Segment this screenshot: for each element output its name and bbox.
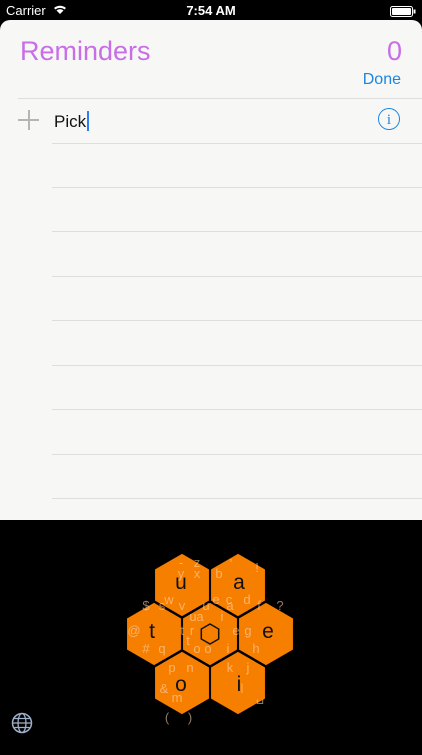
divider bbox=[52, 365, 422, 366]
key-sublabel: i bbox=[227, 641, 230, 656]
reminder-item[interactable]: Pick bbox=[54, 111, 90, 132]
key-sublabel: r bbox=[190, 623, 195, 638]
done-button[interactable]: Done bbox=[363, 71, 401, 89]
key-sublabel: o bbox=[193, 641, 200, 656]
key-sublabel: a bbox=[196, 609, 204, 624]
key-sublabel: h bbox=[252, 641, 259, 656]
divider bbox=[52, 320, 422, 321]
key-sublabel: s bbox=[159, 598, 166, 613]
key-sublabel: ! bbox=[255, 560, 259, 575]
key-sublabel: v bbox=[179, 598, 186, 613]
divider bbox=[52, 187, 422, 188]
key-sublabel: $ bbox=[142, 598, 150, 613]
globe-icon[interactable] bbox=[11, 712, 33, 734]
key-sublabel: t bbox=[186, 633, 190, 648]
key-label-t: t bbox=[149, 620, 155, 643]
key-sublabel: t bbox=[180, 623, 184, 638]
key-sublabel: j bbox=[246, 660, 250, 675]
key-sublabel: m bbox=[172, 690, 183, 705]
key-sublabel: f bbox=[257, 598, 261, 613]
hex-keyboard: u a t e o i - z y x ' b! w c d $ s v u a f? @ t r e g # q o i h p n k j & m l… bbox=[0, 520, 422, 750]
key-sublabel: g bbox=[244, 623, 251, 638]
key-sublabel: ) bbox=[188, 710, 192, 725]
key-sublabel: ( bbox=[165, 710, 170, 725]
list-title: Reminders bbox=[20, 36, 151, 66]
key-sublabel: @ bbox=[127, 623, 140, 638]
reminders-sheet: Reminders 0 Done Pick i bbox=[0, 20, 422, 520]
info-icon[interactable]: i bbox=[378, 108, 400, 130]
reminder-text: Pick bbox=[54, 112, 87, 131]
key-sublabel: o bbox=[204, 641, 211, 656]
key-sublabel: n bbox=[186, 660, 193, 675]
add-icon[interactable] bbox=[17, 108, 41, 132]
divider bbox=[52, 498, 422, 499]
status-bar: Carrier 7:54 AM bbox=[0, 0, 422, 20]
key-sublabel: a bbox=[226, 598, 234, 613]
key-sublabel: y bbox=[178, 566, 185, 581]
text-caret bbox=[87, 111, 90, 131]
key-sublabel: ' bbox=[230, 556, 232, 571]
key-sublabel: ␣ bbox=[256, 689, 264, 704]
key-sublabel: u bbox=[189, 609, 196, 624]
divider bbox=[18, 98, 422, 99]
key-sublabel: l bbox=[241, 681, 244, 696]
divider bbox=[52, 231, 422, 232]
key-sublabel: k bbox=[227, 660, 234, 675]
clock: 7:54 AM bbox=[186, 3, 236, 18]
reminder-count: 0 bbox=[386, 36, 402, 66]
key-sublabel: p bbox=[168, 660, 175, 675]
key-sublabel: # bbox=[142, 641, 150, 656]
key-sublabel: d bbox=[243, 592, 250, 607]
divider bbox=[52, 143, 422, 144]
key-sublabel: & bbox=[160, 681, 169, 696]
key-sublabel: e bbox=[232, 623, 239, 638]
divider bbox=[52, 454, 422, 455]
key-sublabel: b bbox=[215, 566, 222, 581]
hex-keyboard-grid: u at eo i-zy x'b !w c d$ s v u a f ?@ t r e g# q o i hp n k j&ml… bbox=[125, 552, 295, 725]
divider bbox=[52, 276, 422, 277]
key-label-e: e bbox=[262, 620, 274, 643]
key-sublabel: x bbox=[194, 566, 201, 581]
battery-icon bbox=[390, 5, 416, 20]
key-sublabel: i bbox=[221, 609, 224, 624]
key-sublabel: e bbox=[212, 592, 219, 607]
key-sublabel: q bbox=[158, 641, 165, 656]
key-sublabel: ? bbox=[276, 598, 283, 613]
key-label-a: a bbox=[233, 571, 245, 594]
divider bbox=[52, 409, 422, 410]
